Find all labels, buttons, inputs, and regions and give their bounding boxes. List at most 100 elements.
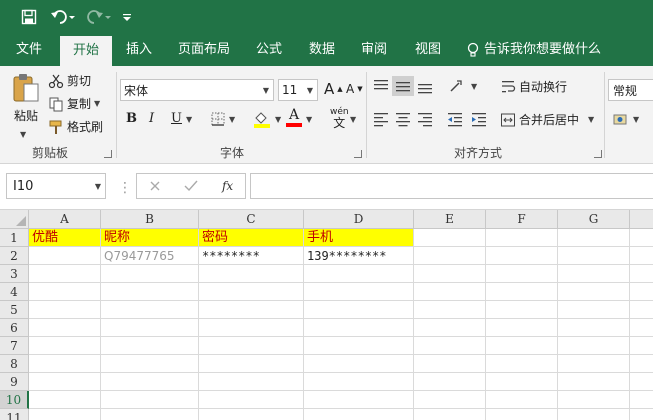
tab-review[interactable]: 审阅: [352, 34, 396, 66]
empty-cell[interactable]: [558, 283, 630, 301]
row-header-4[interactable]: 4: [0, 283, 29, 301]
empty-cell[interactable]: [101, 265, 199, 283]
top-align-button[interactable]: [372, 78, 390, 94]
empty-cell[interactable]: [558, 229, 630, 247]
column-header-a[interactable]: A: [29, 210, 101, 229]
cell-b2[interactable]: Q79477765: [101, 247, 199, 265]
empty-cell[interactable]: [29, 319, 101, 337]
empty-cell[interactable]: [101, 391, 199, 409]
paste-button[interactable]: 粘贴: [8, 72, 44, 128]
font-dialog-launcher[interactable]: [354, 150, 362, 158]
empty-cell[interactable]: [414, 409, 486, 420]
empty-cell[interactable]: [558, 391, 630, 409]
row-header-5[interactable]: 5: [0, 301, 29, 319]
fill-color-button[interactable]: ▼: [252, 110, 281, 128]
empty-cell[interactable]: [486, 409, 558, 420]
insert-function-icon[interactable]: fx: [222, 179, 233, 193]
align-left-button[interactable]: [372, 111, 390, 127]
clipboard-dialog-launcher[interactable]: [104, 150, 112, 158]
row-header-6[interactable]: 6: [0, 319, 29, 337]
column-header-d[interactable]: D: [304, 210, 414, 229]
tab-view[interactable]: 视图: [406, 34, 450, 66]
row-header-2[interactable]: 2: [0, 247, 29, 265]
empty-cell[interactable]: [414, 391, 486, 409]
empty-cell[interactable]: [304, 373, 414, 391]
middle-align-button[interactable]: [392, 76, 414, 96]
cut-button[interactable]: 剪切: [48, 72, 91, 89]
decrease-indent-button[interactable]: [446, 111, 464, 127]
cell-a2[interactable]: [29, 247, 101, 265]
row-header-3[interactable]: 3: [0, 265, 29, 283]
empty-cell[interactable]: [630, 337, 653, 355]
cell-b1[interactable]: 昵称: [101, 229, 199, 247]
empty-cell[interactable]: [101, 355, 199, 373]
empty-cell[interactable]: [486, 355, 558, 373]
empty-cell[interactable]: [29, 265, 101, 283]
empty-cell[interactable]: [304, 337, 414, 355]
paste-dropdown-icon[interactable]: ▼: [20, 130, 26, 139]
empty-cell[interactable]: [414, 247, 486, 265]
phonetic-dropdown-icon[interactable]: ▼: [350, 115, 356, 124]
copy-dropdown-icon[interactable]: ▼: [94, 99, 100, 108]
customize-qat-icon[interactable]: [120, 6, 134, 28]
empty-cell[interactable]: [630, 391, 653, 409]
empty-cell[interactable]: [304, 391, 414, 409]
empty-cell[interactable]: [101, 337, 199, 355]
row-header-11[interactable]: 11: [0, 409, 29, 420]
empty-cell[interactable]: [630, 247, 653, 265]
empty-cell[interactable]: [558, 319, 630, 337]
empty-cell[interactable]: [486, 265, 558, 283]
name-box[interactable]: I10 ▼: [6, 173, 106, 199]
empty-cell[interactable]: [29, 301, 101, 319]
empty-cell[interactable]: [414, 319, 486, 337]
empty-cell[interactable]: [558, 355, 630, 373]
empty-cell[interactable]: [199, 337, 304, 355]
empty-cell[interactable]: [29, 337, 101, 355]
row-header-7[interactable]: 7: [0, 337, 29, 355]
empty-cell[interactable]: [630, 301, 653, 319]
accounting-format-button[interactable]: ▼: [612, 111, 639, 127]
empty-cell[interactable]: [486, 229, 558, 247]
empty-cell[interactable]: [199, 355, 304, 373]
empty-cell[interactable]: [199, 319, 304, 337]
empty-cell[interactable]: [199, 391, 304, 409]
empty-cell[interactable]: [630, 409, 653, 420]
empty-cell[interactable]: [29, 355, 101, 373]
tab-data[interactable]: 数据: [300, 34, 344, 66]
cell-c2[interactable]: ********: [199, 247, 304, 265]
empty-cell[interactable]: [414, 301, 486, 319]
empty-cell[interactable]: [486, 247, 558, 265]
empty-cell[interactable]: [630, 229, 653, 247]
grow-font-button[interactable]: A ▲: [324, 80, 343, 98]
empty-cell[interactable]: [630, 355, 653, 373]
empty-cell[interactable]: [304, 355, 414, 373]
empty-cell[interactable]: [414, 355, 486, 373]
empty-cell[interactable]: [199, 283, 304, 301]
empty-cell[interactable]: [29, 391, 101, 409]
empty-cell[interactable]: [199, 409, 304, 420]
tab-insert[interactable]: 插入: [116, 34, 162, 66]
bold-button[interactable]: B: [126, 111, 137, 126]
alignment-dialog-launcher[interactable]: [594, 150, 602, 158]
empty-cell[interactable]: [630, 373, 653, 391]
empty-cell[interactable]: [199, 373, 304, 391]
phonetic-guide-button[interactable]: wén 文: [330, 108, 349, 130]
empty-cell[interactable]: [304, 319, 414, 337]
cell-d1[interactable]: 手机: [304, 229, 414, 247]
column-header-partial[interactable]: [630, 210, 653, 229]
empty-cell[interactable]: [304, 283, 414, 301]
empty-cell[interactable]: [414, 265, 486, 283]
font-size-select[interactable]: 11 ▼: [278, 79, 318, 101]
cell-d2[interactable]: 139********: [304, 247, 414, 265]
empty-cell[interactable]: [101, 319, 199, 337]
empty-cell[interactable]: [558, 265, 630, 283]
cell-a1[interactable]: 优酷: [29, 229, 101, 247]
number-format-select[interactable]: 常规: [608, 79, 653, 101]
empty-cell[interactable]: [199, 265, 304, 283]
tab-file[interactable]: 文件: [6, 34, 52, 66]
bottom-align-button[interactable]: [416, 78, 434, 94]
empty-cell[interactable]: [304, 301, 414, 319]
empty-cell[interactable]: [558, 373, 630, 391]
tell-me-box[interactable]: 告诉我你想要做什么: [466, 34, 601, 66]
tab-formulas[interactable]: 公式: [248, 34, 290, 66]
